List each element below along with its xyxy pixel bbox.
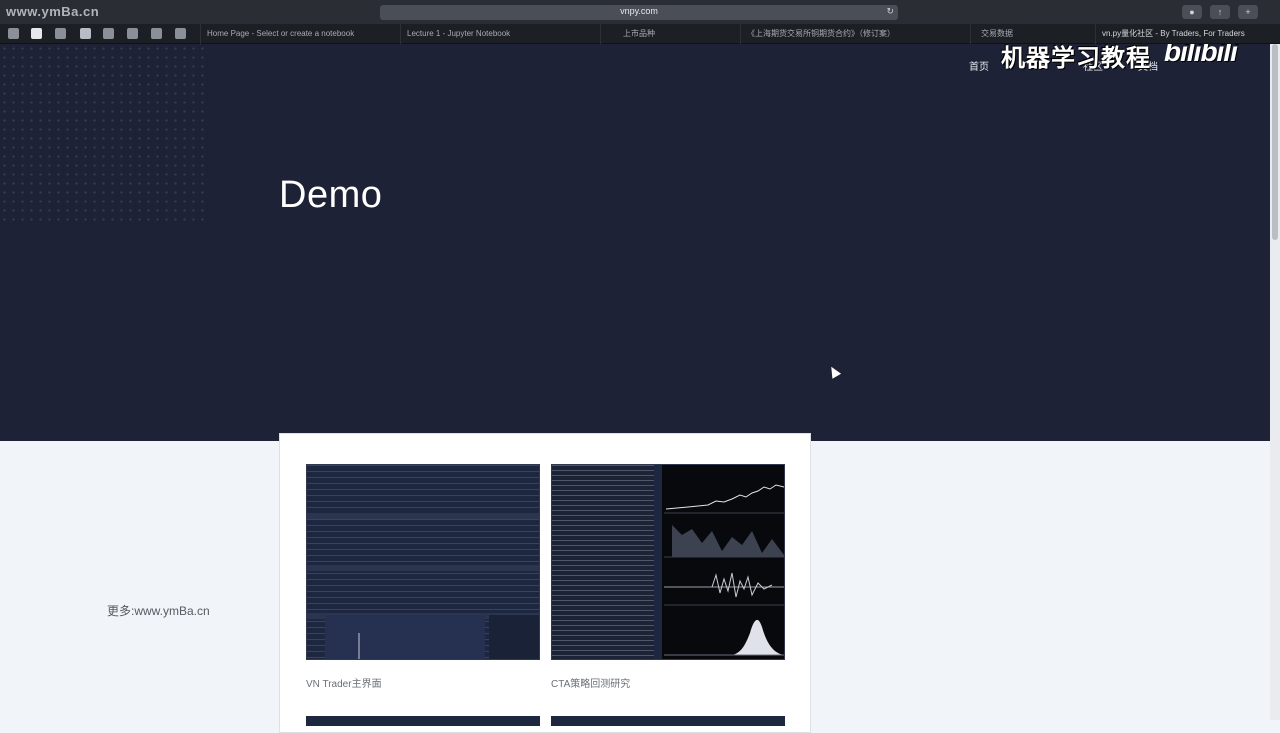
demo-caption[interactable]: CTA策略回测研究 — [551, 675, 630, 690]
pinned-tab-icon[interactable] — [103, 28, 114, 39]
reload-icon[interactable]: ↻ — [886, 6, 894, 17]
tab-trading-data[interactable]: 交易数据 — [970, 24, 1070, 44]
browser-titlebar: www.ymBa.cn vnpy.com ↻ ● ↑ + — [0, 0, 1280, 24]
address-url: vnpy.com — [620, 6, 658, 16]
vn-trader-preview-art — [325, 615, 539, 659]
backtest-preview-art — [664, 484, 784, 656]
extension-icon[interactable]: ● — [1182, 5, 1202, 19]
tab-bar: Home Page - Select or create a notebook … — [0, 24, 1280, 44]
vn-trader-screenshot[interactable] — [306, 464, 540, 660]
tab-lecture-1[interactable]: Lecture 1 - Jupyter Notebook — [400, 24, 600, 44]
hero-banner: 首页 vn.py 社区 文档 机器学习教程 bilibili Demo — [0, 44, 1270, 441]
pinned-tab-icon[interactable] — [127, 28, 138, 39]
address-bar[interactable]: vnpy.com ↻ — [380, 5, 898, 20]
next-demo-thumbnail[interactable] — [551, 716, 785, 726]
pinned-tab-icon[interactable] — [8, 28, 19, 39]
site-watermark: www.ymBa.cn — [6, 4, 100, 19]
page-title: Demo — [279, 174, 383, 216]
tab-vnpy-community[interactable]: vn.py量化社区 - By Traders, For Traders — [1095, 24, 1265, 44]
cta-backtest-screenshot[interactable] — [551, 464, 785, 660]
window-controls: ● ↑ + — [1182, 5, 1258, 19]
pinned-tab-icon[interactable] — [151, 28, 162, 39]
tab-listed-products[interactable]: 上市品种 — [600, 24, 735, 44]
tab-shfe-contract[interactable]: 《上海期货交易所铜期货合约》（修订案） — [740, 24, 970, 44]
next-demo-thumbnail[interactable] — [306, 716, 540, 726]
pinned-tab-icon[interactable] — [55, 28, 66, 39]
pinned-tab-icon[interactable] — [175, 28, 186, 39]
new-tab-icon[interactable]: + — [1238, 5, 1258, 19]
side-watermark: 更多:www.ymBa.cn — [107, 604, 210, 618]
bilibili-logo: bilibili — [1164, 44, 1238, 67]
demo-caption[interactable]: VN Trader主界面 — [306, 675, 382, 690]
channel-watermark: 机器学习教程 — [1001, 45, 1151, 72]
tab-home-page[interactable]: Home Page - Select or create a notebook — [200, 24, 382, 44]
demo-gallery: VN Trader主界面 CTA策略回测研究 — [279, 433, 811, 733]
page-scrollbar[interactable] — [1270, 44, 1280, 720]
share-icon[interactable]: ↑ — [1210, 5, 1230, 19]
scrollbar-thumb[interactable] — [1272, 44, 1278, 240]
pinned-tab-icon[interactable] — [80, 28, 91, 39]
pinned-tab-icon[interactable] — [31, 28, 42, 39]
nav-item-home[interactable]: 首页 — [969, 58, 989, 73]
